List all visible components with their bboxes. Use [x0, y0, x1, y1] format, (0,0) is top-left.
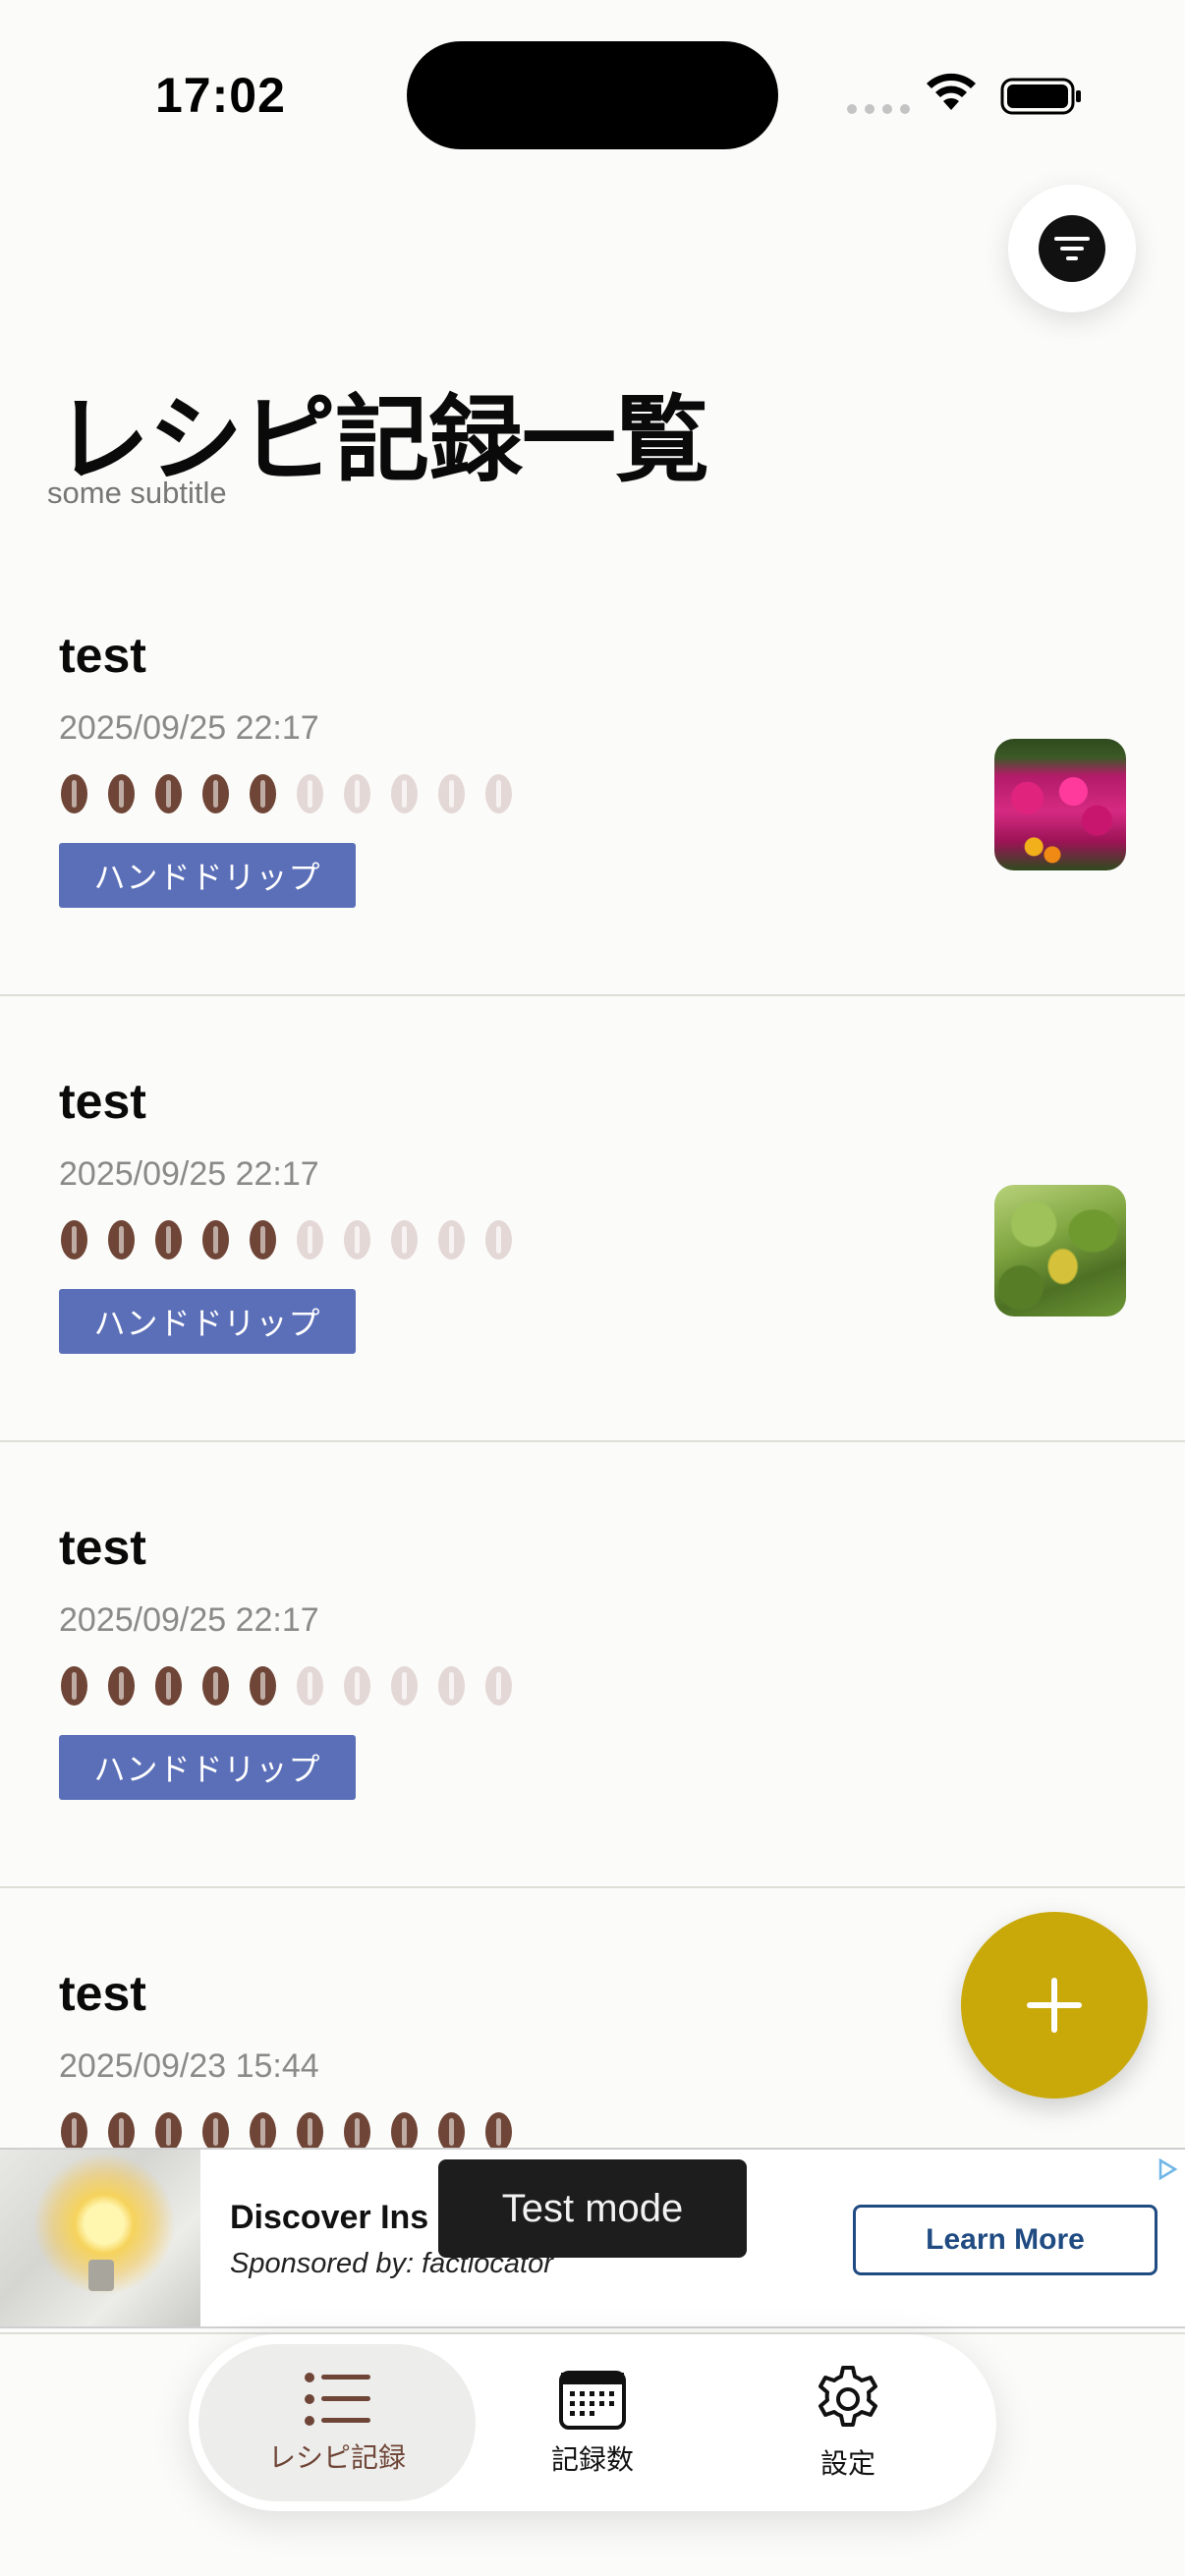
plus-icon — [1027, 1978, 1082, 2033]
recipe-date: 2025/09/25 22:17 — [59, 1601, 319, 1639]
bottom-tab-bar: レシピ記録 記録数 設定 — [189, 2334, 996, 2511]
test-mode-label: Test mode — [438, 2159, 747, 2258]
coffee-bean-icon — [250, 1220, 276, 1260]
coffee-bean-icon — [485, 2112, 512, 2152]
coffee-bean-icon — [485, 1220, 512, 1260]
tab-record-count-label: 記録数 — [550, 2444, 634, 2475]
ad-image — [0, 2150, 200, 2326]
tab-recipes-label: レシピ記録 — [267, 2442, 406, 2473]
coffee-bean-icon — [155, 774, 182, 813]
coffee-bean-icon — [250, 1666, 276, 1706]
coffee-bean-icon — [344, 1220, 370, 1260]
status-time: 17:02 — [155, 68, 286, 123]
recipe-name: test — [59, 1966, 146, 2021]
recipe-thumbnail — [994, 1185, 1126, 1316]
coffee-bean-icon — [61, 1220, 87, 1260]
wifi-icon — [927, 73, 976, 110]
recipe-list-item[interactable]: test 2025/09/25 22:17 ハンドドリップ — [0, 1442, 1185, 1888]
coffee-bean-icon — [108, 1666, 135, 1706]
ad-choices-icon[interactable] — [1156, 2157, 1179, 2181]
coffee-bean-icon — [108, 774, 135, 813]
coffee-bean-icon — [485, 774, 512, 813]
filter-button[interactable] — [1008, 185, 1136, 312]
calendar-icon — [559, 2371, 626, 2430]
coffee-bean-icon — [391, 2112, 418, 2152]
cellular-signal-icon — [847, 104, 910, 114]
coffee-bean-icon — [202, 1220, 229, 1260]
tab-record-count[interactable]: 記録数 — [454, 2344, 731, 2501]
coffee-bean-icon — [155, 2112, 182, 2152]
battery-icon — [1000, 78, 1081, 115]
brew-method-badge: ハンドドリップ — [59, 843, 356, 908]
bean-rating — [61, 1666, 512, 1706]
tab-recipes[interactable]: レシピ記録 — [198, 2344, 476, 2501]
tab-settings[interactable]: 設定 — [709, 2344, 987, 2501]
coffee-bean-icon — [202, 1666, 229, 1706]
coffee-bean-icon — [202, 774, 229, 813]
brew-method-badge: ハンドドリップ — [59, 1735, 356, 1800]
recipe-name: test — [59, 1520, 146, 1575]
coffee-bean-icon — [108, 2112, 135, 2152]
recipe-date: 2025/09/25 22:17 — [59, 1155, 319, 1193]
recipe-date: 2025/09/25 22:17 — [59, 709, 319, 747]
list-icon — [305, 2373, 370, 2426]
coffee-bean-icon — [297, 1666, 323, 1706]
coffee-bean-icon — [438, 2112, 465, 2152]
brew-method-badge: ハンドドリップ — [59, 1289, 356, 1354]
coffee-bean-icon — [61, 1666, 87, 1706]
coffee-bean-icon — [250, 2112, 276, 2152]
coffee-bean-icon — [438, 774, 465, 813]
recipe-name: test — [59, 628, 146, 683]
bean-rating — [61, 2112, 512, 2152]
coffee-bean-icon — [297, 2112, 323, 2152]
status-bar: 17:02 — [0, 0, 1185, 187]
recipe-list-item[interactable]: test 2025/09/25 22:17 ハンドドリップ — [0, 996, 1185, 1442]
recipe-list-item[interactable]: test 2025/09/25 22:17 ハンドドリップ — [0, 550, 1185, 996]
coffee-bean-icon — [438, 1666, 465, 1706]
coffee-bean-icon — [61, 2112, 87, 2152]
coffee-bean-icon — [391, 1666, 418, 1706]
coffee-bean-icon — [155, 1220, 182, 1260]
recipe-name: test — [59, 1074, 146, 1129]
coffee-bean-icon — [391, 774, 418, 813]
bean-rating — [61, 774, 512, 813]
filter-icon — [1039, 215, 1105, 282]
coffee-bean-icon — [485, 1666, 512, 1706]
tab-settings-label: 設定 — [819, 2448, 875, 2479]
coffee-bean-icon — [344, 2112, 370, 2152]
coffee-bean-icon — [61, 774, 87, 813]
gear-icon — [818, 2366, 877, 2427]
add-recipe-button[interactable] — [961, 1912, 1148, 2099]
coffee-bean-icon — [297, 1220, 323, 1260]
coffee-bean-icon — [108, 1220, 135, 1260]
bean-rating — [61, 1220, 512, 1260]
dynamic-island — [407, 41, 778, 149]
coffee-bean-icon — [344, 774, 370, 813]
page-subtitle: some subtitle — [47, 476, 227, 510]
recipe-thumbnail — [994, 739, 1126, 870]
coffee-bean-icon — [202, 2112, 229, 2152]
ad-learn-more-button[interactable]: Learn More — [853, 2205, 1157, 2275]
coffee-bean-icon — [297, 774, 323, 813]
ad-title: Discover Ins — [230, 2199, 429, 2236]
coffee-bean-icon — [391, 1220, 418, 1260]
coffee-bean-icon — [155, 1666, 182, 1706]
coffee-bean-icon — [438, 1220, 465, 1260]
coffee-bean-icon — [250, 774, 276, 813]
recipe-date: 2025/09/23 15:44 — [59, 2047, 319, 2085]
coffee-bean-icon — [344, 1666, 370, 1706]
